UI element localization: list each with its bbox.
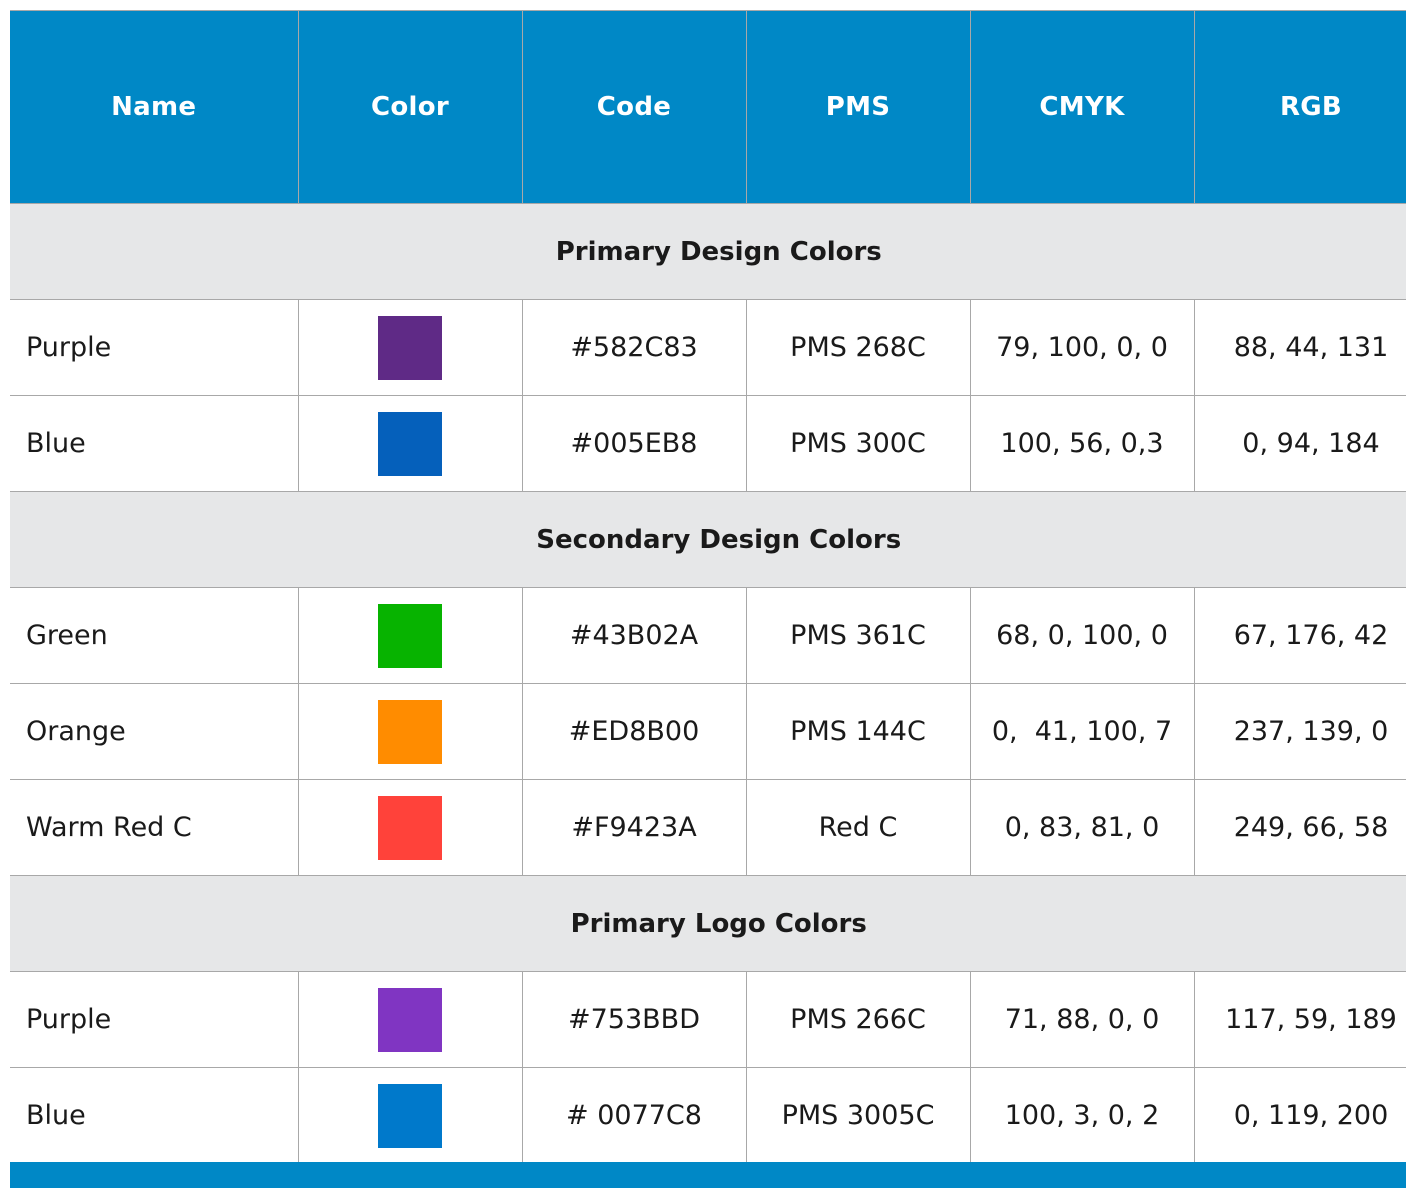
table-row: Purple #582C83 PMS 268C 79, 100, 0, 0 88… bbox=[10, 299, 1406, 396]
cell-color bbox=[297, 683, 523, 780]
cell-name: Green bbox=[10, 587, 299, 684]
table-row: Warm Red C #F9423A Red C 0, 83, 81, 0 24… bbox=[10, 779, 1406, 876]
group-title: Secondary Design Colors bbox=[10, 491, 1406, 588]
color-swatch bbox=[378, 795, 442, 860]
color-swatch bbox=[378, 987, 442, 1052]
header-color: Color bbox=[297, 10, 523, 204]
cell-code: #005EB8 bbox=[521, 395, 747, 492]
cell-code: #753BBD bbox=[521, 971, 747, 1068]
cell-cmyk: 0, 41, 100, 7 bbox=[969, 683, 1195, 780]
cell-color bbox=[297, 1067, 523, 1164]
cell-pms: PMS 361C bbox=[745, 587, 971, 684]
cell-cmyk: 68, 0, 100, 0 bbox=[969, 587, 1195, 684]
cell-cmyk: 71, 88, 0, 0 bbox=[969, 971, 1195, 1068]
cell-pms: PMS 300C bbox=[745, 395, 971, 492]
table-row: Orange #ED8B00 PMS 144C 0, 41, 100, 7 23… bbox=[10, 683, 1406, 780]
color-swatch bbox=[378, 315, 442, 380]
header-row: Name Color Code PMS CMYK RGB bbox=[10, 10, 1406, 204]
color-swatch bbox=[378, 603, 442, 668]
cell-color bbox=[297, 299, 523, 396]
group-title: Primary Logo Colors bbox=[10, 875, 1406, 972]
cell-pms: PMS 266C bbox=[745, 971, 971, 1068]
cell-pms: PMS 3005C bbox=[745, 1067, 971, 1164]
cell-color bbox=[297, 971, 523, 1068]
cell-rgb: 67, 176, 42 bbox=[1193, 587, 1406, 684]
cell-rgb: 0, 94, 184 bbox=[1193, 395, 1406, 492]
table-row: Green #43B02A PMS 361C 68, 0, 100, 0 67,… bbox=[10, 587, 1406, 684]
header-code: Code bbox=[521, 10, 747, 204]
table-row: Blue # 0077C8 PMS 3005C 100, 3, 0, 2 0, … bbox=[10, 1067, 1406, 1164]
header-name: Name bbox=[10, 10, 299, 204]
group-header-row: Primary Design Colors bbox=[10, 203, 1406, 300]
table-row: Blue #005EB8 PMS 300C 100, 56, 0,3 0, 94… bbox=[10, 395, 1406, 492]
footer-bar bbox=[10, 1162, 1406, 1188]
cell-pms: Red C bbox=[745, 779, 971, 876]
cell-name: Orange bbox=[10, 683, 299, 780]
cell-color bbox=[297, 587, 523, 684]
color-palette-table: Name Color Code PMS CMYK RGB Primary Des… bbox=[10, 10, 1406, 1164]
cell-name: Blue bbox=[10, 395, 299, 492]
cell-cmyk: 0, 83, 81, 0 bbox=[969, 779, 1195, 876]
color-swatch bbox=[378, 411, 442, 476]
header-cmyk: CMYK bbox=[969, 10, 1195, 204]
cell-pms: PMS 144C bbox=[745, 683, 971, 780]
group-header-row: Primary Logo Colors bbox=[10, 875, 1406, 972]
cell-name: Purple bbox=[10, 971, 299, 1068]
color-swatch bbox=[378, 1083, 442, 1148]
group-title: Primary Design Colors bbox=[10, 203, 1406, 300]
header-rgb: RGB bbox=[1193, 10, 1406, 204]
cell-cmyk: 100, 3, 0, 2 bbox=[969, 1067, 1195, 1164]
table-row: Purple #753BBD PMS 266C 71, 88, 0, 0 117… bbox=[10, 971, 1406, 1068]
group-header-row: Secondary Design Colors bbox=[10, 491, 1406, 588]
cell-rgb: 249, 66, 58 bbox=[1193, 779, 1406, 876]
cell-code: #43B02A bbox=[521, 587, 747, 684]
cell-color bbox=[297, 779, 523, 876]
cell-cmyk: 100, 56, 0,3 bbox=[969, 395, 1195, 492]
cell-code: # 0077C8 bbox=[521, 1067, 747, 1164]
table-body: Primary Design Colors Purple #582C83 PMS… bbox=[10, 203, 1406, 1164]
cell-name: Blue bbox=[10, 1067, 299, 1164]
color-swatch bbox=[378, 699, 442, 764]
cell-rgb: 117, 59, 189 bbox=[1193, 971, 1406, 1068]
cell-rgb: 237, 139, 0 bbox=[1193, 683, 1406, 780]
table-header: Name Color Code PMS CMYK RGB bbox=[10, 10, 1406, 204]
cell-pms: PMS 268C bbox=[745, 299, 971, 396]
cell-rgb: 88, 44, 131 bbox=[1193, 299, 1406, 396]
cell-cmyk: 79, 100, 0, 0 bbox=[969, 299, 1195, 396]
cell-code: #F9423A bbox=[521, 779, 747, 876]
cell-name: Warm Red C bbox=[10, 779, 299, 876]
cell-code: #ED8B00 bbox=[521, 683, 747, 780]
color-palette-table-container: Name Color Code PMS CMYK RGB Primary Des… bbox=[10, 10, 1406, 1188]
cell-rgb: 0, 119, 200 bbox=[1193, 1067, 1406, 1164]
cell-name: Purple bbox=[10, 299, 299, 396]
cell-color bbox=[297, 395, 523, 492]
cell-code: #582C83 bbox=[521, 299, 747, 396]
header-pms: PMS bbox=[745, 10, 971, 204]
